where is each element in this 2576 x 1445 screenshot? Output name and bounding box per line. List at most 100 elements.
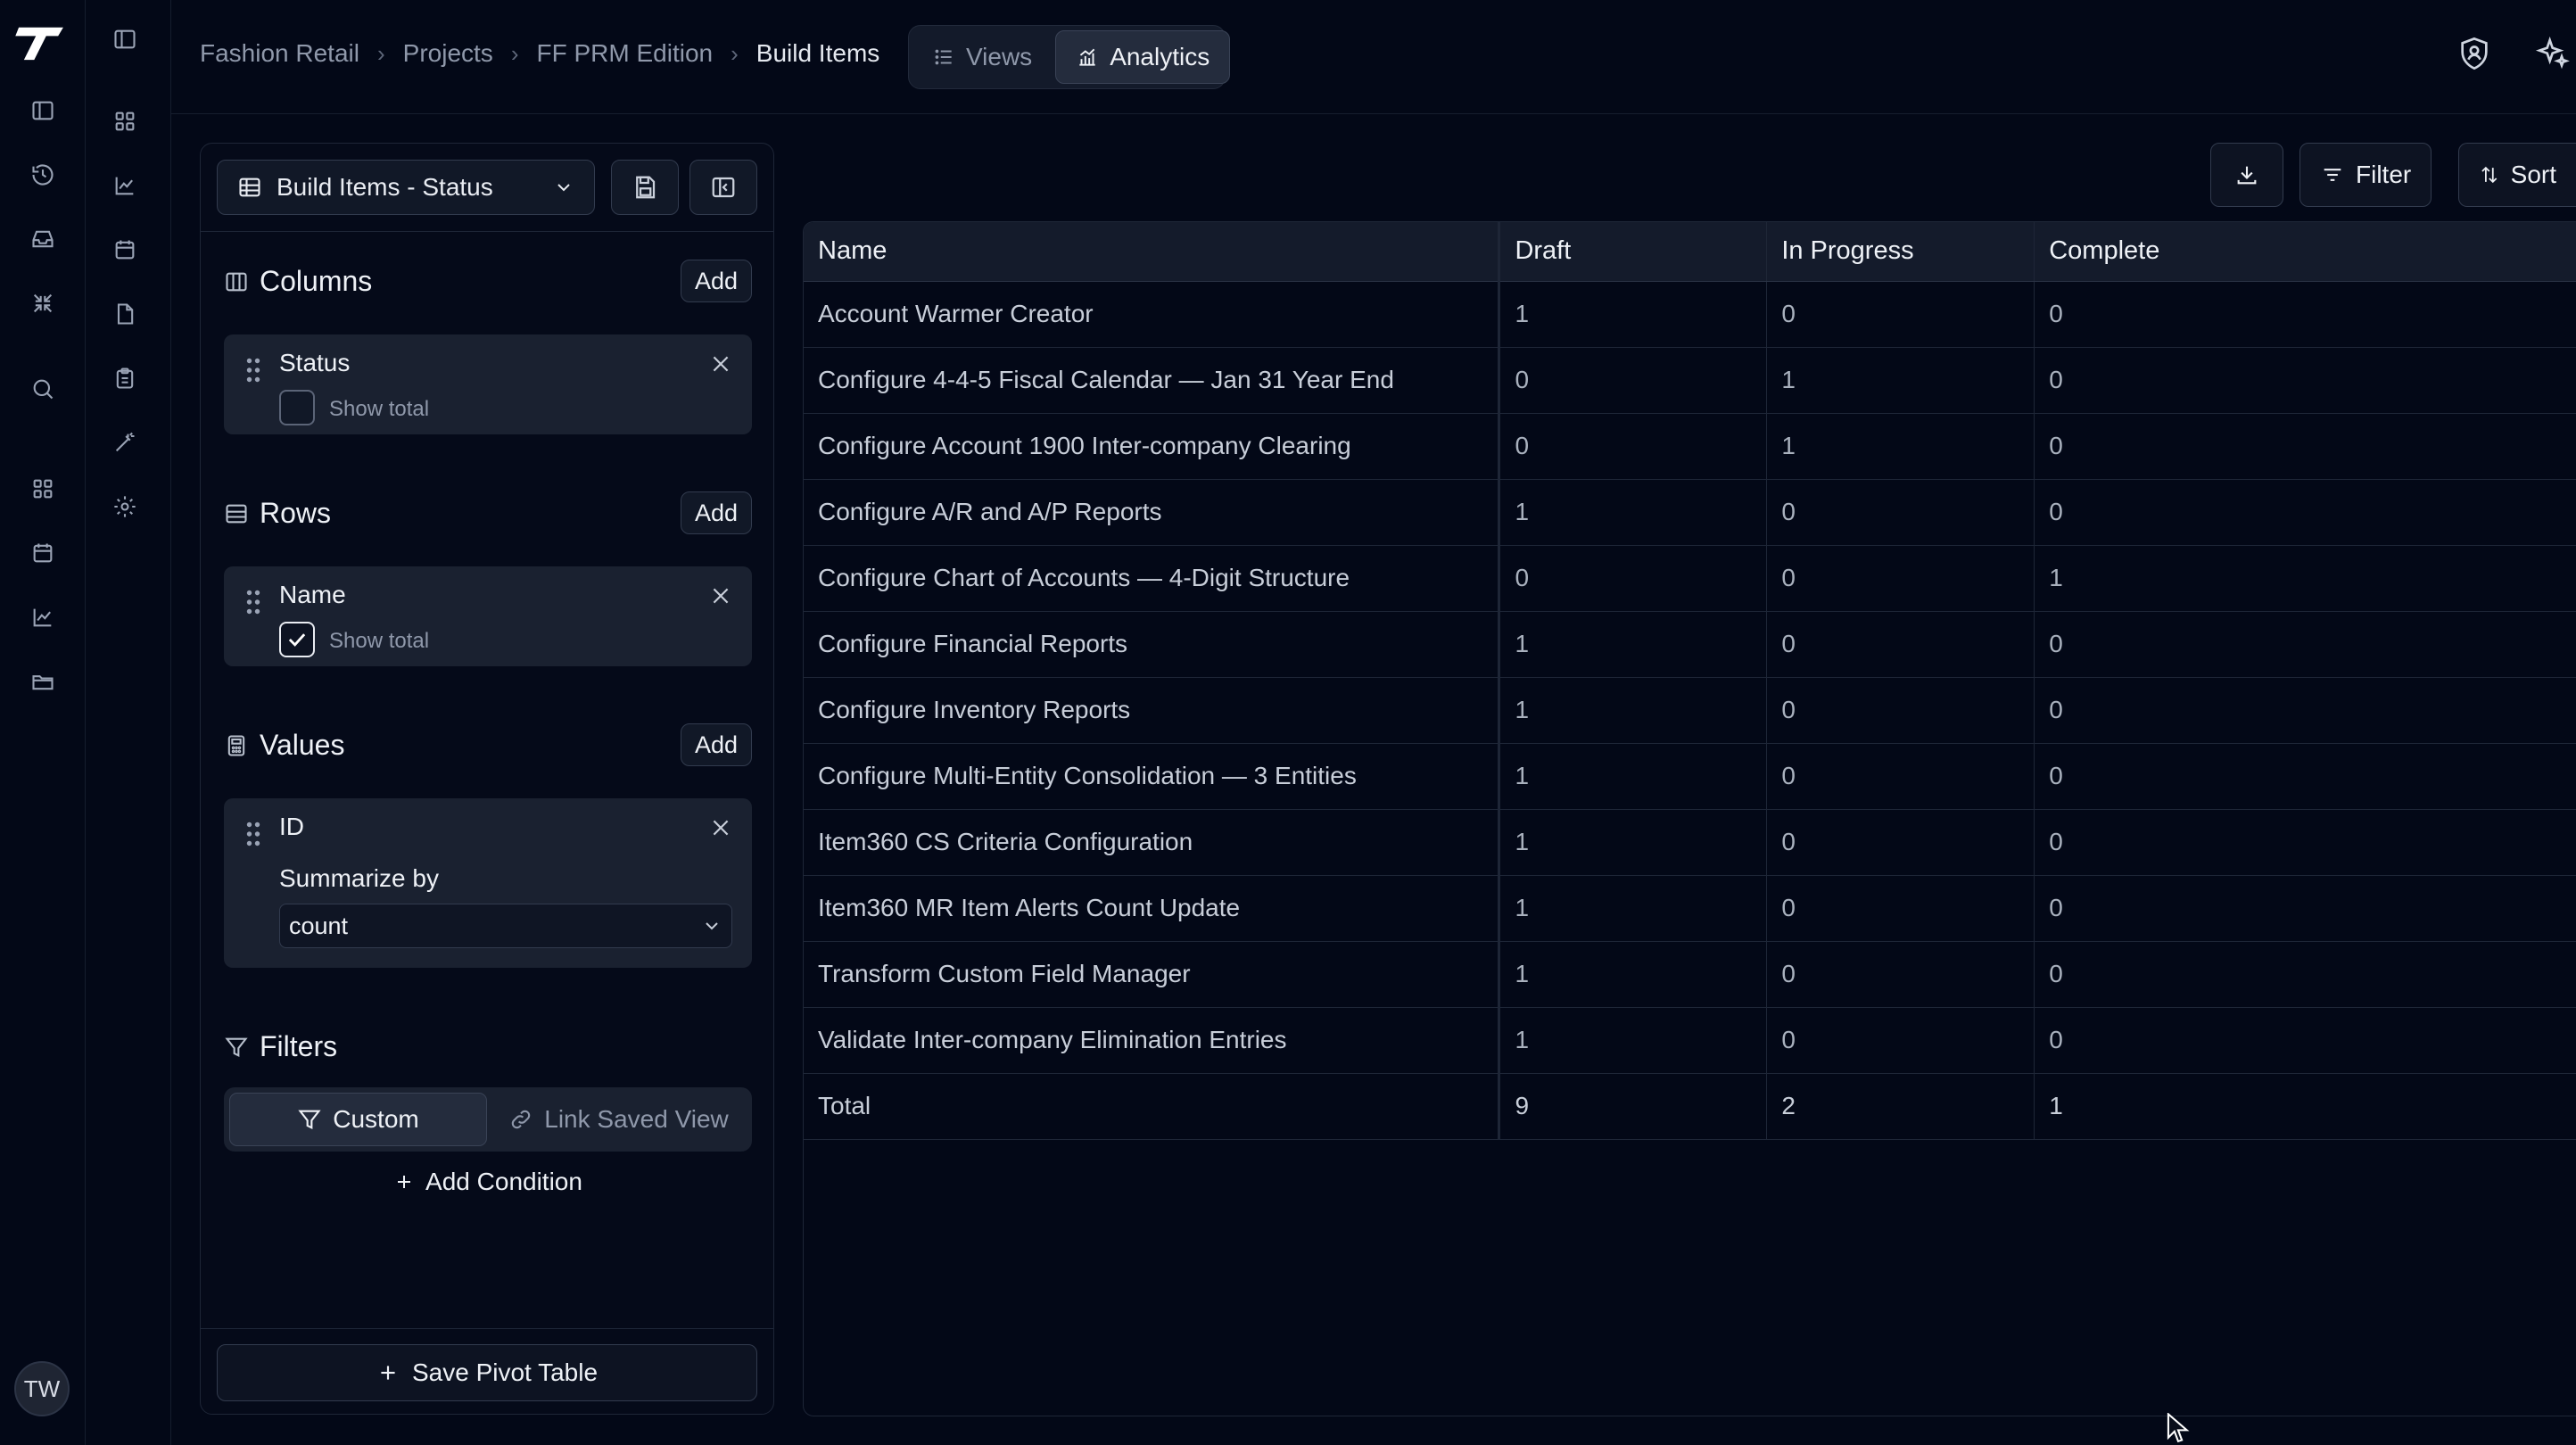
count-cell: 0 xyxy=(1499,413,1768,480)
row-name-cell: Configure Multi-Entity Consolidation — 3… xyxy=(804,743,1501,810)
column-show-total-checkbox[interactable] xyxy=(279,390,315,425)
add-value-button[interactable]: Add xyxy=(681,723,752,766)
row-field-name: Name xyxy=(279,581,346,608)
sort-button[interactable]: Sort xyxy=(2458,143,2576,207)
close-icon[interactable] xyxy=(709,816,732,839)
breadcrumb: Fashion Retail › Projects › FF PRM Editi… xyxy=(200,39,879,68)
panel-left-icon xyxy=(712,177,735,198)
add-row-button[interactable]: Add xyxy=(681,491,752,534)
row-name-cell: Item360 MR Item Alerts Count Update xyxy=(804,875,1501,942)
view-select[interactable]: Build Items - Status xyxy=(217,160,595,215)
filter-mode-toggle: Custom Link Saved View xyxy=(224,1087,752,1152)
count-cell: 0 xyxy=(2034,347,2576,414)
add-condition-label: Add Condition xyxy=(425,1168,582,1195)
calendar-icon[interactable] xyxy=(25,535,61,571)
table-row[interactable]: Configure Chart of Accounts — 4-Digit St… xyxy=(804,545,2576,612)
drag-handle-icon[interactable] xyxy=(245,818,261,850)
sidebar-panel-icon[interactable] xyxy=(25,93,61,128)
save-pivot-table-button[interactable]: Save Pivot Table xyxy=(217,1344,757,1401)
ai-sparkle-icon[interactable] xyxy=(2535,36,2576,77)
table-row[interactable]: Validate Inter-company Elimination Entri… xyxy=(804,1007,2576,1074)
search-icon[interactable] xyxy=(25,371,61,407)
column-header[interactable]: In Progress xyxy=(1766,222,2035,282)
row-show-total-label: Show total xyxy=(329,629,430,653)
save-pivot-table-label: Save Pivot Table xyxy=(411,1358,599,1386)
table-row[interactable]: Account Warmer Creator 1 0 0 xyxy=(804,281,2576,348)
download-icon xyxy=(2237,166,2257,185)
close-icon[interactable] xyxy=(709,584,732,607)
add-column-button[interactable]: Add xyxy=(681,260,752,302)
grid-icon[interactable] xyxy=(107,103,143,139)
filters-section-title: Filters xyxy=(224,1030,337,1063)
history-icon[interactable] xyxy=(25,157,61,193)
count-cell: 1 xyxy=(1499,809,1768,876)
divider xyxy=(201,1328,773,1329)
magic-wand-icon[interactable] xyxy=(107,425,143,460)
chevron-down-icon xyxy=(706,922,718,930)
row-name-cell: Item360 CS Criteria Configuration xyxy=(804,809,1501,876)
table-row[interactable]: Configure Multi-Entity Consolidation — 3… xyxy=(804,743,2576,810)
row-name-cell: Account Warmer Creator xyxy=(804,281,1501,348)
table-row[interactable]: Configure A/R and A/P Reports 1 0 0 xyxy=(804,479,2576,546)
funnel-icon xyxy=(225,1037,248,1057)
clipboard-icon[interactable] xyxy=(107,360,143,396)
collapse-icon[interactable] xyxy=(25,285,61,321)
user-avatar[interactable]: TW xyxy=(14,1361,70,1416)
breadcrumb-item[interactable]: Fashion Retail xyxy=(200,39,359,68)
summarize-by-select[interactable]: count xyxy=(279,904,732,948)
row-show-total-checkbox[interactable] xyxy=(279,622,315,657)
toggle-sidebar-icon[interactable] xyxy=(107,21,143,57)
table-row[interactable]: Configure Account 1900 Inter-company Cle… xyxy=(804,413,2576,480)
account-shield-icon[interactable] xyxy=(2456,36,2498,77)
link-icon xyxy=(512,1110,531,1129)
breadcrumb-current: Build Items xyxy=(755,39,880,67)
table-row[interactable]: Configure Financial Reports 1 0 0 xyxy=(804,611,2576,678)
table-row[interactable]: Item360 MR Item Alerts Count Update 1 0 0 xyxy=(804,875,2576,942)
analytics-icon[interactable] xyxy=(107,168,143,203)
collapse-panel-button[interactable] xyxy=(689,160,757,215)
folder-icon[interactable] xyxy=(25,664,61,699)
app-logo-icon[interactable] xyxy=(12,18,70,68)
table-row[interactable]: Item360 CS Criteria Configuration 1 0 0 xyxy=(804,809,2576,876)
calendar-icon[interactable] xyxy=(107,232,143,268)
tab-analytics[interactable]: Analytics xyxy=(1055,30,1231,84)
save-view-button[interactable] xyxy=(611,160,679,215)
row-name-cell: Configure A/R and A/P Reports xyxy=(804,479,1501,546)
breadcrumb-separator-icon: › xyxy=(510,39,519,67)
document-icon[interactable] xyxy=(107,296,143,332)
breadcrumb-item[interactable]: Projects xyxy=(403,39,493,68)
filter-link-saved-view-tab[interactable]: Link Saved View xyxy=(491,1093,747,1146)
count-cell: 0 xyxy=(1766,875,2035,942)
chart-icon[interactable] xyxy=(25,599,61,635)
filter-custom-tab[interactable]: Custom xyxy=(229,1093,487,1146)
drag-handle-icon[interactable] xyxy=(245,586,261,618)
row-name-cell: Configure Chart of Accounts — 4-Digit St… xyxy=(804,545,1501,612)
secondary-rail xyxy=(86,0,171,1445)
drag-handle-icon[interactable] xyxy=(245,354,261,386)
add-condition-button[interactable]: Add Condition xyxy=(201,1168,775,1196)
settings-gear-icon[interactable] xyxy=(107,489,143,524)
count-cell: 0 xyxy=(2034,743,2576,810)
table-row[interactable]: Transform Custom Field Manager 1 0 0 xyxy=(804,941,2576,1008)
download-button[interactable] xyxy=(2210,143,2283,207)
count-cell: 0 xyxy=(1766,479,2035,546)
close-icon[interactable] xyxy=(709,352,732,376)
count-cell: 0 xyxy=(1766,743,2035,810)
table-row[interactable]: Configure 4-4-5 Fiscal Calendar — Jan 31… xyxy=(804,347,2576,414)
pivot-table-container: Name Draft In Progress Complete Account … xyxy=(803,221,2576,1416)
row-field-card: Name Show total xyxy=(224,566,752,666)
inbox-icon[interactable] xyxy=(25,221,61,257)
list-icon xyxy=(935,49,952,65)
column-header[interactable]: Draft xyxy=(1499,222,1768,282)
tab-views[interactable]: Views xyxy=(912,30,1052,84)
column-header[interactable]: Complete xyxy=(2034,222,2576,282)
count-cell: 0 xyxy=(1766,611,2035,678)
row-name-cell: Validate Inter-company Elimination Entri… xyxy=(804,1007,1501,1074)
column-header[interactable]: Name xyxy=(804,222,1501,282)
table-row[interactable]: Configure Inventory Reports 1 0 0 xyxy=(804,677,2576,744)
dashboard-icon[interactable] xyxy=(25,471,61,507)
filter-button[interactable]: Filter xyxy=(2299,143,2432,207)
checkmark-icon xyxy=(288,633,306,647)
table-icon xyxy=(239,178,260,197)
breadcrumb-item[interactable]: FF PRM Edition xyxy=(536,39,713,68)
